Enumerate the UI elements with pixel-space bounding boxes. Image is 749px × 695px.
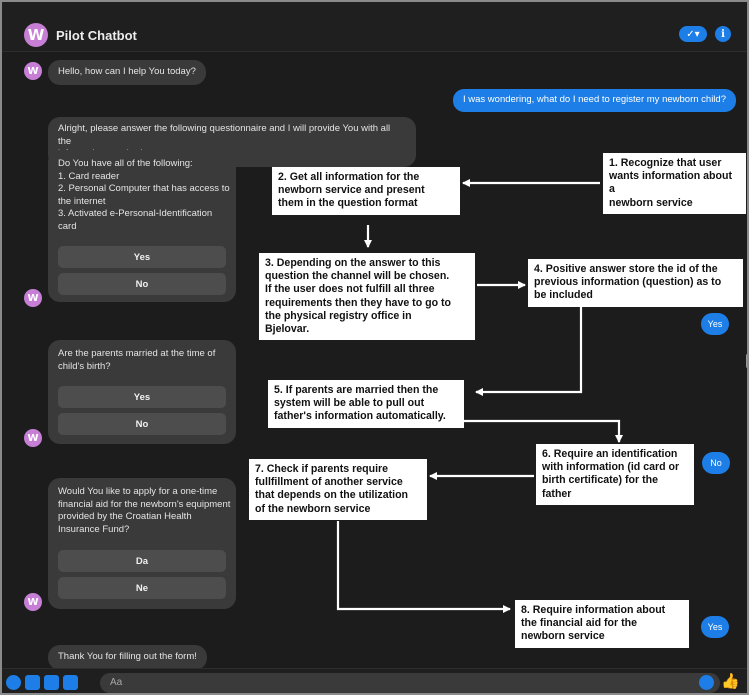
arrow-step5-to-step6 xyxy=(464,419,623,443)
message-composer: Aa 👍 xyxy=(2,668,747,693)
annotation-step-6: 6. Require an identification with inform… xyxy=(536,444,694,505)
thumbs-up-icon[interactable]: 👍 xyxy=(721,673,740,691)
arrow-step7-to-step8 xyxy=(336,521,511,613)
annotation-step-1: 1. Recognize that user wants information… xyxy=(603,153,746,214)
chat-window: W Pilot Chatbot ✓▾ i W Hello, how can I … xyxy=(0,0,749,695)
emoji-icon[interactable] xyxy=(699,675,714,690)
message-input[interactable]: Aa xyxy=(100,673,720,693)
image-icon[interactable] xyxy=(25,675,40,690)
annotation-step-2: 2. Get all information for the newborn s… xyxy=(272,167,460,215)
annotation-step-4: 4. Positive answer store the id of the p… xyxy=(528,259,743,307)
annotation-step-7: 7. Check if parents require fullfillment… xyxy=(249,459,427,520)
arrow-step4-to-step5 xyxy=(475,307,583,396)
gif-icon[interactable] xyxy=(63,675,78,690)
annotation-step-3: 3. Depending on the answer to this quest… xyxy=(259,253,475,341)
sticker-icon[interactable] xyxy=(44,675,59,690)
annotation-step-5: 5. If parents are married then the syste… xyxy=(268,380,464,428)
annotation-arrows xyxy=(336,179,623,613)
annotation-step-8: 8. Require information about the financi… xyxy=(515,600,689,648)
plus-icon[interactable] xyxy=(6,675,21,690)
